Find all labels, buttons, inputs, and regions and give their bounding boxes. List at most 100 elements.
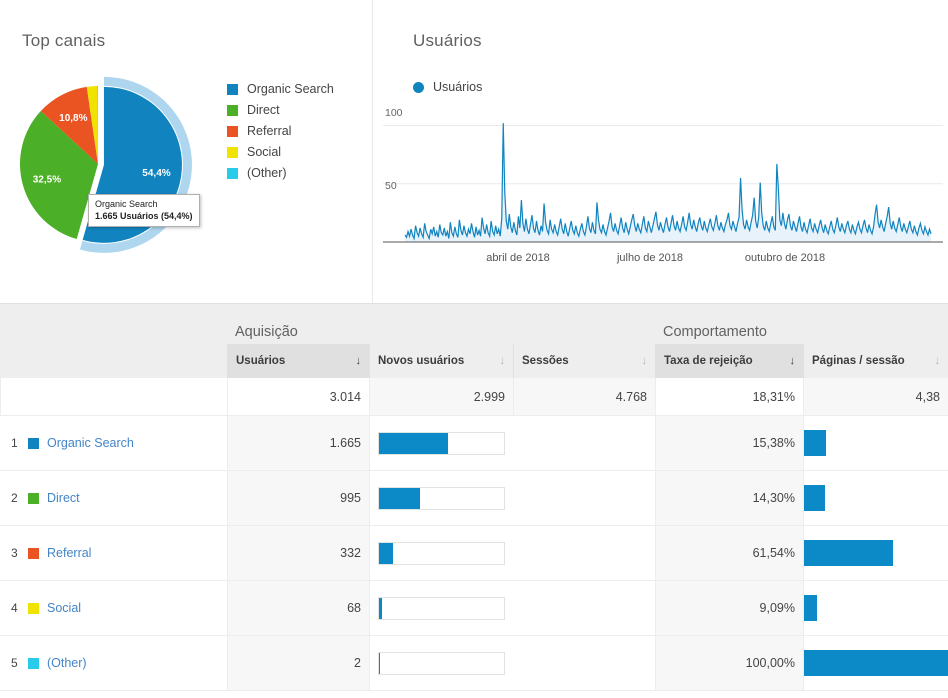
column-header-users[interactable]: Usuários ↓ [227,344,369,378]
row-dimension-cell: 1 Organic Search [0,416,227,470]
pie-slice-label-0: 54,4% [142,168,170,179]
bar-fill [379,652,380,674]
legend-item-0[interactable]: Organic Search [227,79,334,100]
channels-table: Aquisição Comportamento Usuários ↓ Novos… [0,304,948,691]
table-row[interactable]: 3 Referral 332 61,54% [0,526,948,581]
row-users-value: 332 [227,526,369,580]
bar-track [804,650,948,676]
legend-label: Referral [247,124,292,139]
sort-icon: ↓ [499,355,506,367]
pie-svg: 54,4% 32,5% 10,8% [19,76,192,253]
row-color-swatch-icon [28,492,39,504]
totals-dimension-cell [0,378,227,415]
totals-new-users: 2.999 [369,378,513,415]
row-bounce-bar-cell [803,526,948,580]
bar-fill [804,540,893,566]
row-color-swatch-icon [28,547,39,559]
column-header-sessions[interactable]: Sessões ↓ [513,344,655,378]
table-group-header: Aquisição Comportamento [0,304,948,344]
legend-item-3[interactable]: Social [227,142,334,163]
column-header-new-users[interactable]: Novos usuários ↓ [369,344,513,378]
row-dimension-link[interactable]: Social [47,601,81,615]
row-new-users-bar-cell [369,416,513,470]
bar-fill [379,487,421,509]
bar-fill [804,485,825,511]
row-rank: 2 [11,491,18,505]
totals-users: 3.014 [227,378,369,415]
table-totals-row: 3.014 2.999 4.768 18,31% 4,38 [0,378,948,416]
table-row[interactable]: 1 Organic Search 1.665 15,38% [0,416,948,471]
row-sessions-cell [513,526,655,580]
row-bounce-rate-value: 61,54% [655,526,803,580]
pie-tooltip: Organic Search 1.665 Usuários (54,4%) [88,194,200,228]
row-users-value: 2 [227,636,369,690]
row-dimension-cell: 4 Social [0,581,227,635]
row-users-value: 1.665 [227,416,369,470]
sort-icon: ↓ [934,355,941,367]
row-sessions-cell [513,636,655,690]
row-dimension-link[interactable]: Direct [47,491,80,505]
dimension-content: 2 Direct [0,471,227,525]
channels-pie-chart[interactable]: 54,4% 32,5% 10,8% [10,72,220,257]
users-series-legend[interactable]: Usuários [413,80,482,94]
row-bounce-bar-cell [803,636,948,690]
column-header-dimension [0,344,227,378]
row-dimension-cell: 2 Direct [0,471,227,525]
row-new-users-bar-cell [369,581,513,635]
column-header-pages-per-session[interactable]: Páginas / sessão ↓ [803,344,948,378]
bar-track [804,485,948,511]
sort-icon: ↓ [641,355,648,367]
legend-swatch-icon [227,84,238,95]
legend-swatch-icon [227,168,238,179]
totals-sessions: 4.768 [513,378,655,415]
pie-slice-label-2: 10,8% [59,113,87,124]
row-rank: 3 [11,546,18,560]
legend-swatch-icon [227,126,238,137]
group-header-behavior: Comportamento [663,324,767,340]
series-dot-icon [413,81,424,93]
dimension-content: 3 Referral [0,526,227,580]
row-dimension-link[interactable]: Referral [47,546,91,560]
row-sessions-cell [513,581,655,635]
top-channels-panel: Top canais 54,4% 32,5% 10,8% Organic Searc… [0,0,373,303]
bar-fill [379,542,393,564]
row-color-swatch-icon [28,602,39,614]
table-row[interactable]: 4 Social 68 9,09% [0,581,948,636]
dimension-content: 4 Social [0,581,227,635]
legend-item-1[interactable]: Direct [227,100,334,121]
users-timeseries[interactable] [383,100,943,252]
x-label-outubro: outubro de 2018 [744,252,826,264]
sort-desc-icon: ↓ [355,355,362,367]
dimension-content: 1 Organic Search [0,416,227,470]
row-dimension-link[interactable]: Organic Search [47,436,134,450]
timeseries-svg [383,123,943,243]
pie-legend: Organic Search Direct Referral Social (Other… [227,79,334,184]
x-label-abril: abril de 2018 [486,252,550,264]
x-label-julho: julho de 2018 [616,252,684,264]
row-dimension-cell: 3 Referral [0,526,227,580]
dimension-content: 5 (Other) [0,636,227,690]
column-header-users-label: Usuários [236,355,286,367]
column-header-bounce-rate[interactable]: Taxa de rejeição ↓ [655,344,803,378]
legend-item-4[interactable]: (Other) [227,163,334,184]
row-new-users-bar-cell [369,526,513,580]
table-column-header: Usuários ↓ Novos usuários ↓ Sessões ↓ Ta… [0,344,948,378]
bar-fill [804,430,827,456]
x-axis-labels: abril de 2018 julho de 2018 outubro de 2… [373,252,948,270]
row-bounce-bar-cell [803,471,948,525]
charts-row: Top canais 54,4% 32,5% 10,8% Organic Searc… [0,0,948,304]
row-dimension-cell: 5 (Other) [0,636,227,690]
bar-track [378,431,505,455]
table-row[interactable]: 2 Direct 995 14,30% [0,471,948,526]
legend-swatch-icon [227,105,238,116]
bar-track [804,430,948,456]
row-rank: 1 [11,436,18,450]
users-chart-panel: Usuários Usuários 100 50 abril de 2018 j… [373,0,948,303]
row-bounce-rate-value: 100,00% [655,636,803,690]
tooltip-title: Organic Search [95,199,158,209]
table-row[interactable]: 5 (Other) 2 100,00% [0,636,948,691]
row-dimension-link[interactable]: (Other) [47,656,87,670]
y-tick-50: 50 [385,180,397,192]
legend-item-2[interactable]: Referral [227,121,334,142]
legend-label: Organic Search [247,82,334,97]
